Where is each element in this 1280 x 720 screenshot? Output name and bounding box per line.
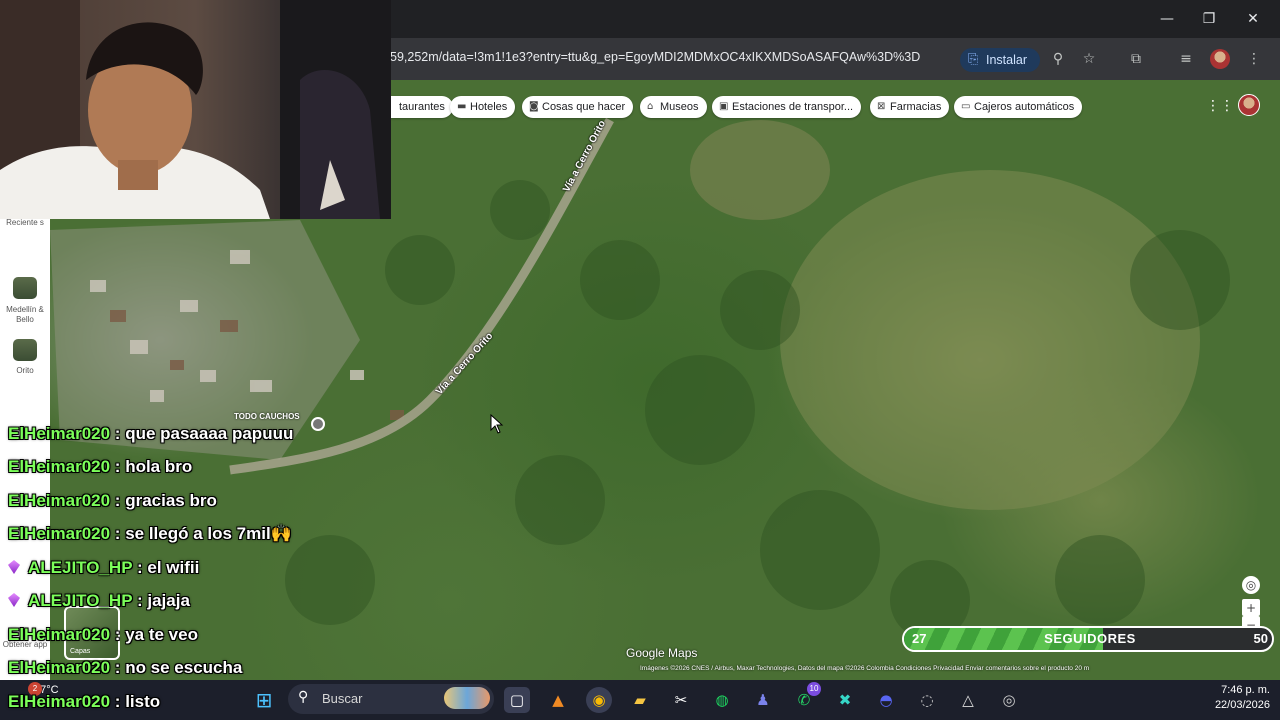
pharmacy-icon: ⊠ bbox=[877, 101, 886, 112]
whatsapp-badge: 10 bbox=[807, 682, 821, 696]
chip-transit[interactable]: ▣ Estaciones de transpor... bbox=[712, 96, 862, 118]
chip-pharmacies[interactable]: ⊠ Farmacias bbox=[870, 96, 950, 118]
minimize-icon[interactable]: — bbox=[1154, 8, 1180, 30]
teams-icon[interactable]: ♟ bbox=[750, 687, 776, 713]
recording-icon[interactable]: ◎ bbox=[996, 687, 1022, 713]
chat-message: ElHeimar020 : listo bbox=[8, 692, 161, 711]
chip-atms[interactable]: ▭ Cajeros automáticos bbox=[954, 96, 1083, 118]
chat-message: ElHeimar020 : ya te veo bbox=[8, 625, 198, 644]
install-button[interactable]: ⎘ Instalar bbox=[960, 48, 1040, 72]
file-explorer-icon[interactable]: ▰ bbox=[627, 687, 653, 713]
chip-hotels[interactable]: ▬ Hoteles bbox=[450, 96, 516, 118]
badge-gem-icon bbox=[8, 593, 20, 607]
zoom-in-button[interactable]: + bbox=[1242, 599, 1260, 616]
badge-gem-icon bbox=[8, 560, 20, 574]
chat-message: ElHeimar020 : se llegó a los 7mil🙌 bbox=[8, 524, 292, 543]
task-view-icon[interactable]: ▢ bbox=[504, 687, 530, 713]
apps-grid-icon[interactable]: ⋮⋮⋮ bbox=[1206, 97, 1248, 115]
google-maps-logo: Google Maps bbox=[626, 646, 698, 660]
chat-message: ElHeimar020 : gracias bro bbox=[8, 491, 217, 510]
obs-icon[interactable]: ◌ bbox=[914, 687, 940, 713]
bed-icon: ▬ bbox=[457, 101, 467, 112]
media-control-icon[interactable]: ≡ bbox=[1176, 49, 1196, 69]
zoom-search-icon[interactable]: ⚲ bbox=[1048, 49, 1068, 69]
restore-icon[interactable]: ❐ bbox=[1196, 8, 1222, 30]
search-highlight-image bbox=[444, 687, 490, 709]
clock-date: 22/03/2026 bbox=[1214, 699, 1270, 711]
chip-restaurants[interactable]: taurantes bbox=[391, 96, 453, 118]
followers-goal: 50 bbox=[1253, 631, 1268, 646]
install-icon: ⎘ bbox=[968, 52, 979, 67]
windows-start-icon[interactable]: ⊞ bbox=[251, 687, 277, 713]
map-footer: Imágenes ©2026 CNES / Airbus, Maxar Tech… bbox=[640, 665, 1090, 672]
chat-message: ElHeimar020 : no se escucha bbox=[8, 658, 243, 677]
chip-museums[interactable]: ⌂ Museos bbox=[640, 96, 707, 118]
my-location-icon[interactable]: ◎ bbox=[1242, 576, 1260, 594]
recent-thumb-medellin[interactable] bbox=[13, 277, 37, 299]
followers-goal-bar: SEGUIDORES 27 50 bbox=[902, 626, 1274, 652]
webcam-overlay bbox=[0, 0, 391, 219]
recent-label-medellin[interactable]: Medellín & Bello bbox=[0, 305, 50, 325]
taskbar-clock[interactable]: 7:46 p. m. 22/03/2026 bbox=[1190, 683, 1270, 713]
chat-message: ElHeimar020 : que pasaaaa papuuu bbox=[8, 424, 294, 443]
profile-avatar[interactable] bbox=[1210, 49, 1230, 69]
camera-icon: ◙ bbox=[529, 101, 539, 112]
clock-time: 7:46 p. m. bbox=[1221, 684, 1270, 696]
recent-label-orito[interactable]: Orito bbox=[0, 366, 50, 376]
atm-icon: ▭ bbox=[961, 101, 971, 112]
chip-things-to-do[interactable]: ◙ Cosas que hacer bbox=[522, 96, 634, 118]
close-icon[interactable]: ✕ bbox=[1240, 8, 1266, 30]
followers-label: SEGUIDORES bbox=[1044, 631, 1136, 646]
vlc-icon[interactable]: ▲ bbox=[545, 687, 571, 713]
extensions-icon[interactable]: ⧉ bbox=[1126, 49, 1146, 69]
discord-icon[interactable]: ◓ bbox=[873, 687, 899, 713]
webcam-person bbox=[0, 0, 391, 219]
search-icon: ⚲ bbox=[298, 689, 309, 705]
transit-icon: ▣ bbox=[719, 101, 729, 112]
chat-message: ALEJITO_HP : jajaja bbox=[8, 586, 190, 616]
obs-alt-icon[interactable]: ✖ bbox=[832, 687, 858, 713]
menu-dots-icon[interactable]: ⋮ bbox=[1244, 49, 1264, 69]
screen: taurantes ▬ Hoteles ◙ Cosas que hacer ⌂ Mus… bbox=[0, 0, 1280, 720]
chrome-icon[interactable]: ◉ bbox=[586, 687, 612, 713]
spotify-icon[interactable]: ◍ bbox=[709, 687, 735, 713]
recent-thumb-orito[interactable] bbox=[13, 339, 37, 361]
poi-pin-icon[interactable] bbox=[311, 417, 325, 431]
avatar[interactable] bbox=[1238, 94, 1260, 116]
recents-label: Reciente s bbox=[6, 218, 44, 227]
bookmark-star-icon[interactable]: ☆ bbox=[1079, 49, 1099, 69]
museum-icon: ⌂ bbox=[647, 101, 654, 112]
chat-message: ElHeimar020 : hola bro bbox=[8, 457, 193, 476]
followers-current: 27 bbox=[912, 631, 927, 646]
mouse-cursor-icon bbox=[490, 414, 504, 434]
chat-message: ALEJITO_HP : el wifii bbox=[8, 553, 199, 583]
address-bar[interactable]: 59,252m/data=!3m1!1e3?entry=ttu&g_ep=Ego… bbox=[390, 50, 920, 64]
capcut-icon[interactable]: ✂ bbox=[668, 687, 694, 713]
unity-icon[interactable]: △ bbox=[955, 687, 981, 713]
